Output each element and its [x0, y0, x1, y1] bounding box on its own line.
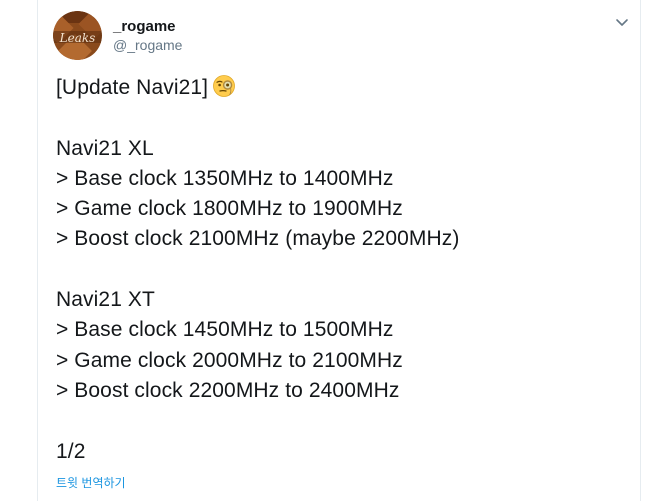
tweet-title-text: [Update Navi21] [56, 76, 209, 99]
face-with-monocle-icon [212, 74, 236, 98]
translate-tweet-link[interactable]: 트윗 번역하기 [56, 475, 126, 491]
avatar-logo-text: Leaks [59, 31, 96, 45]
xl-title: Navi21 XL [56, 136, 154, 160]
xt-boost-clock: > Boost clock 2200MHz to 2400MHz [56, 378, 400, 402]
xl-boost-clock: > Boost clock 2100MHz (maybe 2200MHz) [56, 227, 460, 251]
xt-base-clock: > Base clock 1450MHz to 1500MHz [56, 318, 394, 342]
thread-page-indicator: 1/2 [56, 439, 86, 463]
tweet-header: Leaks _rogame @_rogame [53, 10, 182, 60]
xl-base-clock: > Base clock 1350MHz to 1400MHz [56, 166, 394, 190]
avatar[interactable]: Leaks [53, 10, 102, 60]
user-block: _rogame @_rogame [113, 17, 182, 54]
tweet-line-title: [Update Navi21] [56, 73, 626, 103]
chevron-down-icon[interactable] [614, 14, 630, 30]
xt-game-clock: > Game clock 2000MHz to 2100MHz [56, 348, 403, 372]
avatar-image: Leaks [53, 10, 102, 60]
user-handle[interactable]: @_rogame [113, 36, 182, 54]
tweet-card: Leaks _rogame @_rogame [Update Navi21] N… [37, 0, 641, 501]
tweet-text: [Update Navi21] Navi21 XL > Base clock 1… [56, 73, 626, 467]
xt-title: Navi21 XT [56, 288, 155, 312]
display-name[interactable]: _rogame [113, 17, 182, 36]
xl-game-clock: > Game clock 1800MHz to 1900MHz [56, 197, 403, 221]
